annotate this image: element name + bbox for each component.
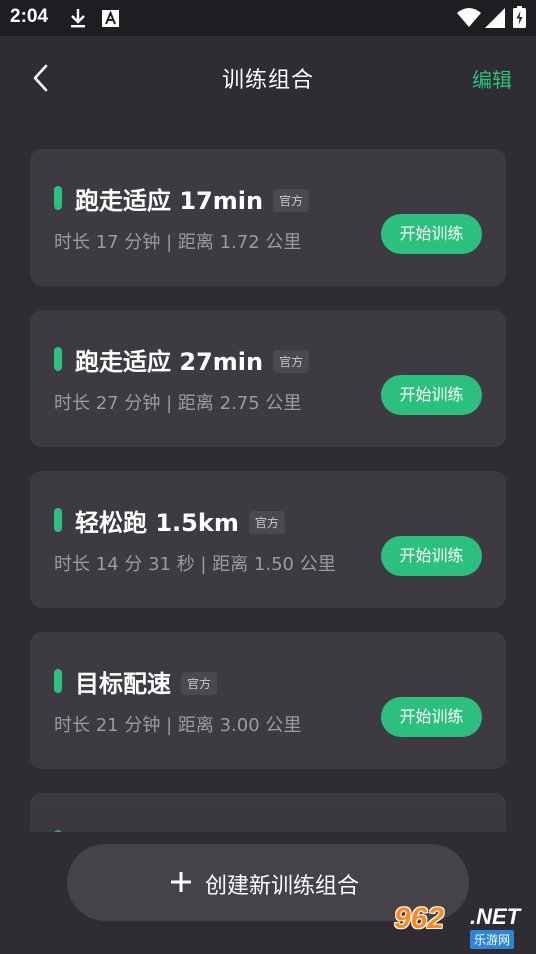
- page-title: 训练组合: [221, 68, 314, 93]
- workout-meta: 时长 27 分钟 | 距离 2.75 公里: [54, 393, 302, 414]
- workout-name: 目标配速: [75, 670, 171, 698]
- site-watermark: 962 .NET 乐游网: [394, 902, 530, 950]
- start-training-button[interactable]: 开始训练: [381, 214, 482, 254]
- download-icon: [71, 9, 85, 28]
- workout-title-row: 轻松跑 1.5km 官方: [75, 503, 285, 538]
- official-badge: 官方: [248, 511, 285, 534]
- watermark-digits: 962: [394, 902, 445, 935]
- workout-card[interactable]: 跑走适应 17min 官方 时长 17 分钟 | 距离 1.72 公里 开始训练: [30, 149, 506, 286]
- font-icon: [102, 10, 119, 27]
- workout-name: 跑走适应 27min: [75, 348, 264, 376]
- start-training-button[interactable]: 开始训练: [381, 375, 482, 415]
- workout-list[interactable]: 跑走适应 17min 官方 时长 17 分钟 | 距离 1.72 公里 开始训练 …: [0, 122, 536, 832]
- signal-icon: [485, 8, 505, 28]
- workout-meta: 时长 21 分钟 | 距离 3.00 公里: [54, 715, 302, 736]
- workout-title-row: 跑走适应 17min 官方: [75, 181, 310, 216]
- create-combo-label: 创建新训练组合: [205, 874, 360, 899]
- accent-bar: [54, 347, 62, 371]
- status-time: 2:04: [10, 6, 49, 27]
- list-fade: [0, 780, 536, 832]
- workout-name: 轻松跑 1.5km: [75, 509, 239, 537]
- battery-icon: [513, 6, 526, 28]
- watermark-sub: 乐游网: [470, 930, 515, 949]
- workout-meta: 时长 14 分 31 秒 | 距离 1.50 公里: [54, 554, 336, 575]
- wifi-icon: [457, 8, 481, 27]
- accent-bar: [54, 186, 62, 210]
- start-training-button[interactable]: 开始训练: [381, 697, 482, 737]
- workout-name: 跑走适应 17min: [75, 187, 264, 215]
- official-badge: 官方: [273, 189, 310, 212]
- edit-button[interactable]: 编辑: [472, 64, 512, 93]
- status-bar: 2:04: [0, 0, 536, 36]
- header: 训练组合 编辑: [0, 36, 536, 122]
- workout-card[interactable]: 跑走适应 27min 官方 时长 27 分钟 | 距离 2.75 公里 开始训练: [30, 310, 506, 447]
- workout-card[interactable]: 目标配速 官方 时长 21 分钟 | 距离 3.00 公里 开始训练: [30, 632, 506, 769]
- workout-meta: 时长 17 分钟 | 距离 1.72 公里: [54, 232, 302, 253]
- start-training-button[interactable]: 开始训练: [381, 536, 482, 576]
- watermark-net: .NET: [470, 904, 521, 929]
- workout-title-row: 跑走适应 27min 官方: [75, 342, 310, 377]
- official-badge: 官方: [181, 672, 218, 695]
- workout-title-row: 目标配速 官方: [75, 664, 218, 699]
- accent-bar: [54, 669, 62, 693]
- plus-icon: [171, 872, 191, 892]
- official-badge: 官方: [273, 350, 310, 373]
- accent-bar: [54, 508, 62, 532]
- workout-card[interactable]: 轻松跑 1.5km 官方 时长 14 分 31 秒 | 距离 1.50 公里 开始…: [30, 471, 506, 608]
